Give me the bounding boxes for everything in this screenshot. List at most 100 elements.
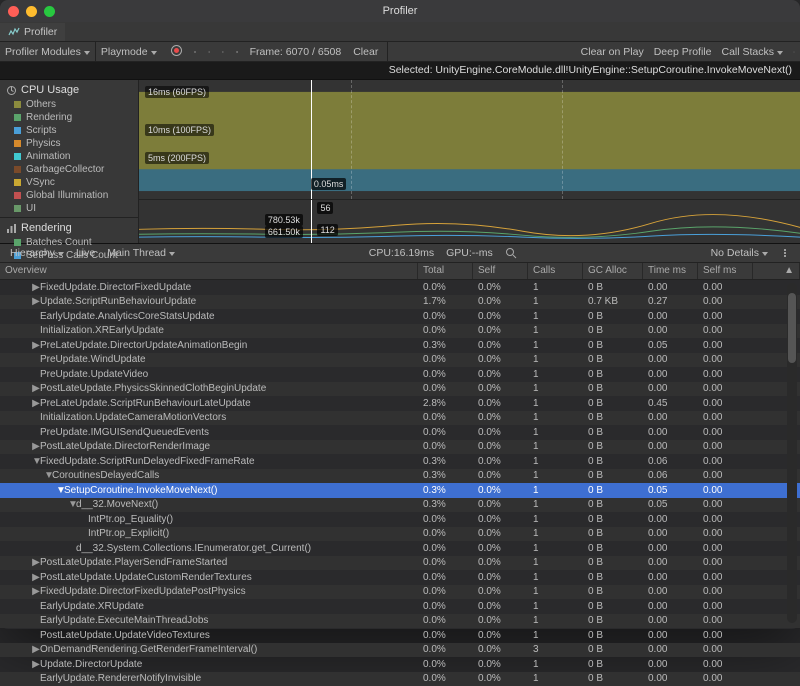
row-time: 0.00 [643, 543, 698, 554]
row-selfms: 0.00 [698, 354, 753, 365]
table-row[interactable]: ▶PostLateUpdate.UpdateCustomRenderTextur… [0, 570, 800, 585]
row-gc: 0.7 KB [583, 296, 643, 307]
table-row[interactable]: ▼CoroutinesDelayedCalls0.3%0.0%10 B0.060… [0, 469, 800, 484]
expand-icon[interactable]: ▶ [32, 644, 40, 655]
expand-icon[interactable]: ▶ [32, 572, 40, 583]
row-total: 0.0% [418, 557, 473, 568]
cpu-legend-item[interactable]: UI [14, 202, 138, 215]
expand-icon[interactable]: ▶ [32, 659, 40, 670]
col-total[interactable]: Total [418, 263, 473, 279]
table-row[interactable]: ▶PostLateUpdate.PhysicsSkinnedClothBegin… [0, 382, 800, 397]
col-self[interactable]: Self [473, 263, 528, 279]
table-row[interactable]: ▶PreLateUpdate.DirectorUpdateAnimationBe… [0, 338, 800, 353]
details-menu-icon[interactable] [774, 248, 796, 258]
cpu-legend-item[interactable]: Scripts [14, 124, 138, 137]
cpu-graph[interactable]: 16ms (60FPS) 10ms (100FPS) 5ms (200FPS) … [139, 80, 800, 200]
cpu-legend-item[interactable]: GarbageCollector [14, 163, 138, 176]
table-row[interactable]: d__32.System.Collections.IEnumerator.get… [0, 541, 800, 556]
deep-profile-button[interactable]: Deep Profile [649, 44, 717, 60]
cpu-legend-item[interactable]: Global Illumination [14, 189, 138, 202]
expand-icon[interactable]: ▶ [32, 557, 40, 568]
expand-icon[interactable]: ▼ [68, 499, 76, 510]
expand-icon[interactable]: ▶ [32, 340, 40, 351]
table-row[interactable]: EarlyUpdate.ExecuteMainThreadJobs0.0%0.0… [0, 614, 800, 629]
table-row[interactable]: ▶FixedUpdate.DirectorFixedUpdatePostPhys… [0, 585, 800, 600]
table-row[interactable]: IntPtr.op_Explicit()0.0%0.0%10 B0.000.00 [0, 527, 800, 542]
row-total: 0.0% [418, 630, 473, 641]
legend-label: Rendering [26, 111, 72, 124]
expand-icon[interactable]: ▶ [32, 441, 40, 452]
table-row[interactable]: ▼d__32.MoveNext()0.3%0.0%10 B0.050.00 [0, 498, 800, 513]
cpu-legend-item[interactable]: VSync [14, 176, 138, 189]
thread-dropdown[interactable]: Main Thread [101, 247, 181, 259]
table-row[interactable]: Initialization.XREarlyUpdate0.0%0.0%10 B… [0, 324, 800, 339]
row-selfms: 0.00 [698, 644, 753, 655]
table-row[interactable]: ▶PostLateUpdate.PlayerSendFrameStarted0.… [0, 556, 800, 571]
row-name: PreUpdate.IMGUISendQueuedEvents [40, 427, 209, 438]
table-row[interactable]: PreUpdate.IMGUISendQueuedEvents0.0%0.0%1… [0, 425, 800, 440]
table-row[interactable]: PreUpdate.WindUpdate0.0%0.0%10 B0.000.00 [0, 353, 800, 368]
call-stacks-dropdown[interactable]: Call Stacks [716, 44, 788, 60]
table-row[interactable]: ▶PostLateUpdate.DirectorRenderImage0.0%0… [0, 440, 800, 455]
playmode-dropdown[interactable]: Playmode [96, 44, 162, 60]
col-time[interactable]: Time ms [643, 263, 698, 279]
cpu-module[interactable]: CPU Usage OthersRenderingScriptsPhysicsA… [0, 80, 138, 218]
row-total: 0.3% [418, 499, 473, 510]
expand-icon[interactable]: ▼ [32, 456, 40, 467]
expand-icon[interactable]: ▶ [32, 398, 40, 409]
cpu-legend-item[interactable]: Animation [14, 150, 138, 163]
graph-area[interactable]: 16ms (60FPS) 10ms (100FPS) 5ms (200FPS) … [139, 80, 800, 243]
col-gc[interactable]: GC Alloc [583, 263, 643, 279]
table-row[interactable]: ▼FixedUpdate.ScriptRunDelayedFixedFrameR… [0, 454, 800, 469]
expand-icon[interactable]: ▼ [44, 470, 52, 481]
cpu-legend-item[interactable]: Others [14, 98, 138, 111]
search-icon[interactable] [499, 247, 523, 259]
clear-button[interactable]: Clear [348, 44, 383, 60]
col-overview[interactable]: Overview [0, 263, 418, 279]
frame-first-button[interactable] [189, 46, 201, 58]
table-row[interactable]: IntPtr.op_Equality()0.0%0.0%10 B0.000.00 [0, 512, 800, 527]
table-row[interactable]: PostLateUpdate.UpdateVideoTextures0.0%0.… [0, 628, 800, 643]
expand-icon[interactable]: ▶ [32, 586, 40, 597]
live-toggle[interactable]: Live [70, 247, 101, 259]
row-gc: 0 B [583, 572, 643, 583]
clear-on-play-button[interactable]: Clear on Play [576, 44, 649, 60]
table-row[interactable]: Initialization.UpdateCameraMotionVectors… [0, 411, 800, 426]
tab-profiler[interactable]: Profiler [0, 23, 65, 41]
cpu-legend-item[interactable]: Physics [14, 137, 138, 150]
table-row[interactable]: ▶FixedUpdate.DirectorFixedUpdate0.0%0.0%… [0, 280, 800, 295]
expand-icon[interactable]: ▶ [32, 282, 40, 293]
record-button[interactable] [166, 43, 187, 61]
swatch-icon [14, 239, 21, 246]
table-row[interactable]: ▶Update.ScriptRunBehaviourUpdate1.7%0.0%… [0, 295, 800, 310]
col-calls[interactable]: Calls [528, 263, 583, 279]
expand-icon[interactable]: ▶ [32, 383, 40, 394]
expand-icon[interactable]: ▶ [32, 296, 40, 307]
frame-next-button[interactable] [217, 46, 229, 58]
table-row[interactable]: PreUpdate.UpdateVideo0.0%0.0%10 B0.000.0… [0, 367, 800, 382]
row-total: 0.0% [418, 383, 473, 394]
details-dropdown[interactable]: No Details [705, 247, 774, 259]
expand-icon[interactable]: ▼ [56, 485, 64, 496]
frame-current-button[interactable] [231, 46, 243, 58]
table-row[interactable]: EarlyUpdate.AnalyticsCoreStatsUpdate0.0%… [0, 309, 800, 324]
col-selfms[interactable]: Self ms [698, 263, 753, 279]
scrollbar-thumb[interactable] [788, 293, 796, 363]
table-row[interactable]: ▶Update.DirectorUpdate0.0%0.0%10 B0.000.… [0, 657, 800, 672]
vertical-scrollbar[interactable] [787, 283, 797, 623]
col-sort-icon[interactable]: ▲ [753, 263, 800, 279]
table-row[interactable]: ▼SetupCoroutine.InvokeMoveNext()0.3%0.0%… [0, 483, 800, 498]
hierarchy-dropdown[interactable]: Hierarchy [4, 247, 70, 259]
table-row[interactable]: EarlyUpdate.RendererNotifyInvisible0.0%0… [0, 672, 800, 686]
column-headers[interactable]: Overview Total Self Calls GC Alloc Time … [0, 263, 800, 280]
row-time: 0.00 [643, 615, 698, 626]
table-row[interactable]: ▶OnDemandRendering.GetRenderFrameInterva… [0, 643, 800, 658]
table-row[interactable]: EarlyUpdate.XRUpdate0.0%0.0%10 B0.000.00 [0, 599, 800, 614]
row-gc: 0 B [583, 311, 643, 322]
frame-prev-button[interactable] [203, 46, 215, 58]
table-row[interactable]: ▶PreLateUpdate.ScriptRunBehaviourLateUpd… [0, 396, 800, 411]
profiler-modules-dropdown[interactable]: Profiler Modules [0, 44, 95, 60]
cpu-legend-item[interactable]: Rendering [14, 111, 138, 124]
context-menu-button[interactable] [788, 46, 800, 58]
rendering-graph[interactable]: 56 780.53k 661.50k 112 [139, 200, 800, 243]
